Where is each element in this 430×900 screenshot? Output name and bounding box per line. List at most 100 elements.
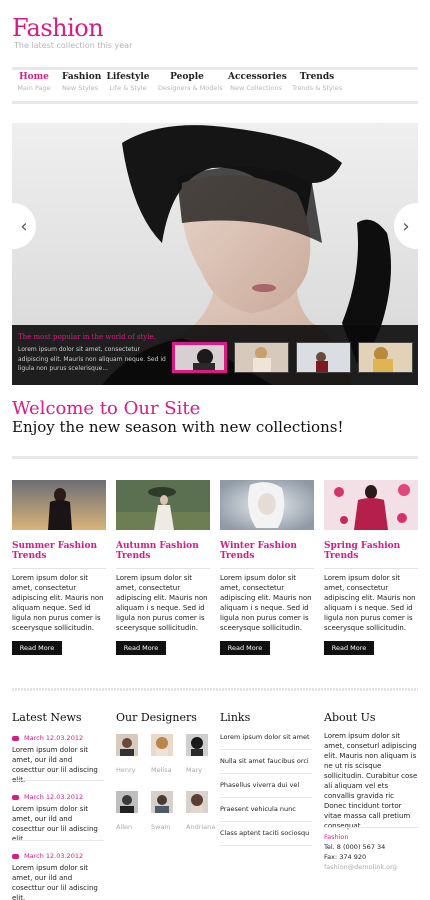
fax-number: Fax: 374 920 <box>324 853 367 861</box>
designer-name: Melisa <box>151 766 172 774</box>
news-date-text: March 12.03.2012 <box>24 793 84 801</box>
nav-trends-label: Trends <box>299 72 335 82</box>
footer-link[interactable]: Phasellus viverra dui vel <box>220 781 299 789</box>
autumn-photo <box>116 480 210 530</box>
nav-home-label: Home <box>19 72 49 82</box>
feature-divider <box>116 568 210 569</box>
designer-avatar-mary[interactable] <box>186 734 208 756</box>
phone-number: Tel. 8 (000) 567 34 <box>324 843 386 851</box>
footer-link[interactable]: Praesent vehicula nunc <box>220 805 296 813</box>
email-link[interactable]: fashion@demolink.org <box>324 862 397 872</box>
designer-avatar-swain[interactable] <box>151 791 173 813</box>
news-date[interactable]: March 12.03.2012 <box>12 793 83 801</box>
avatar <box>116 734 138 756</box>
footer-link[interactable]: Nulla sit amet faucibus orci <box>220 757 309 765</box>
news-text: Lorem ipsum dolor sit amet, our ild and … <box>12 746 98 784</box>
news-text: Lorem ipsum dolor sit amet, our ild and … <box>12 805 98 843</box>
chevron-right-icon: › <box>402 215 410 237</box>
about-divider <box>324 827 418 828</box>
comment-icon <box>12 794 19 800</box>
feature-image-winter[interactable] <box>220 480 314 530</box>
links-heading: Links <box>220 711 251 724</box>
nav-trends-sub: Trends & Styles <box>292 84 343 92</box>
feature-title-summer[interactable]: Summer Fashion Trends <box>12 541 106 561</box>
nav-accessories-sub: New Collections <box>230 84 282 92</box>
feature-title-autumn[interactable]: Autumn Fashion Trends <box>116 541 210 561</box>
nav-people[interactable]: People Designers & Models <box>158 72 223 92</box>
read-more-button-autumn[interactable]: Read More <box>116 641 166 655</box>
nav-divider <box>12 101 418 104</box>
winter-photo <box>220 480 314 530</box>
nav-home[interactable]: Home Main Page <box>16 72 52 92</box>
read-more-button-summer[interactable]: Read More <box>12 641 62 655</box>
thumb-image-2 <box>235 343 288 372</box>
comment-icon <box>12 735 19 741</box>
nav-fashion[interactable]: Fashion New Styles <box>62 72 102 92</box>
nav-lifestyle-label: Lifestyle <box>106 72 150 82</box>
thumb-image-1 <box>175 345 224 370</box>
nav-trends[interactable]: Trends Trends & Styles <box>292 72 342 92</box>
main-nav: Home Main Page Fashion New Styles Lifest… <box>12 72 418 98</box>
about-heading: About Us <box>324 711 376 724</box>
feature-title-winter[interactable]: Winter Fashion Trends <box>220 541 314 561</box>
designer-avatar-andriana[interactable] <box>186 791 208 813</box>
feature-text-autumn: Lorem ipsum dolor sit amet, consectetur … <box>116 574 208 632</box>
news-divider <box>12 840 104 841</box>
slider-thumb-3[interactable] <box>296 342 351 373</box>
designer-name: Andriana <box>186 823 216 831</box>
nav-home-sub: Main Page <box>17 84 51 92</box>
feature-text-winter: Lorem ipsum dolor sit amet, consectetur … <box>220 574 312 632</box>
news-text: Lorem ipsum dolor sit amet, our ild and … <box>12 864 98 900</box>
designers-heading: Our Designers <box>116 711 197 724</box>
link-divider <box>220 821 312 822</box>
designer-name: Swain <box>151 823 171 831</box>
link-divider <box>220 797 312 798</box>
designer-avatar-melisa[interactable] <box>151 734 173 756</box>
read-more-button-winter[interactable]: Read More <box>220 641 270 655</box>
company-name: Fashion <box>324 833 349 841</box>
about-text: Lorem ipsum dolor sit amet, conseturl ad… <box>324 732 418 830</box>
designer-name: Allen <box>116 823 133 831</box>
summer-photo <box>12 480 106 530</box>
site-tagline: The latest collection this year <box>14 41 133 50</box>
nav-fashion-sub: New Styles <box>62 84 98 92</box>
feature-text-summer: Lorem ipsum dolor sit amet, consectetur … <box>12 574 104 632</box>
footer-link[interactable]: Lorem ipsum dolor sit amet <box>220 733 310 741</box>
news-date-text: March 12.03.2012 <box>24 852 84 860</box>
comment-icon <box>12 853 19 859</box>
page: { "site": {"logo": "Fashion", "tagline":… <box>0 0 430 900</box>
link-divider <box>220 773 312 774</box>
site-logo[interactable]: Fashion <box>12 14 104 42</box>
feature-image-autumn[interactable] <box>116 480 210 530</box>
slider-caption-bar: The most popular in the world of style. … <box>12 325 418 385</box>
nav-accessories[interactable]: Accessories New Collections <box>228 72 287 92</box>
slider-caption-title: The most popular in the world of style. <box>18 333 156 341</box>
nav-people-sub: Designers & Models <box>158 84 223 92</box>
news-date[interactable]: March 12.03.2012 <box>12 852 83 860</box>
spring-photo <box>324 480 418 530</box>
feature-divider <box>324 568 418 569</box>
avatar <box>151 791 173 813</box>
news-divider <box>12 780 104 781</box>
feature-image-spring[interactable] <box>324 480 418 530</box>
feature-image-summer[interactable] <box>12 480 106 530</box>
slider-thumb-4[interactable] <box>358 342 413 373</box>
read-more-button-spring[interactable]: Read More <box>324 641 374 655</box>
feature-title-spring[interactable]: Spring Fashion Trends <box>324 541 418 561</box>
nav-people-label: People <box>170 72 204 82</box>
designer-avatar-henry[interactable] <box>116 734 138 756</box>
latest-news-heading: Latest News <box>12 711 82 724</box>
nav-lifestyle[interactable]: Lifestyle Life & Style <box>106 72 150 92</box>
section-divider <box>12 688 418 691</box>
designer-avatar-allen[interactable] <box>116 791 138 813</box>
avatar <box>186 734 208 756</box>
chevron-left-icon: ‹ <box>20 215 28 237</box>
thumb-image-3 <box>297 343 350 372</box>
footer-link[interactable]: Class aptent taciti sociosqu <box>220 829 309 837</box>
slider-thumb-2[interactable] <box>234 342 289 373</box>
feature-text-spring: Lorem ipsum dolor sit amet, consectetur … <box>324 574 416 632</box>
news-date[interactable]: March 12.03.2012 <box>12 734 83 742</box>
link-divider <box>220 749 312 750</box>
slider-thumb-1[interactable] <box>172 342 227 373</box>
nav-fashion-label: Fashion <box>62 72 102 82</box>
